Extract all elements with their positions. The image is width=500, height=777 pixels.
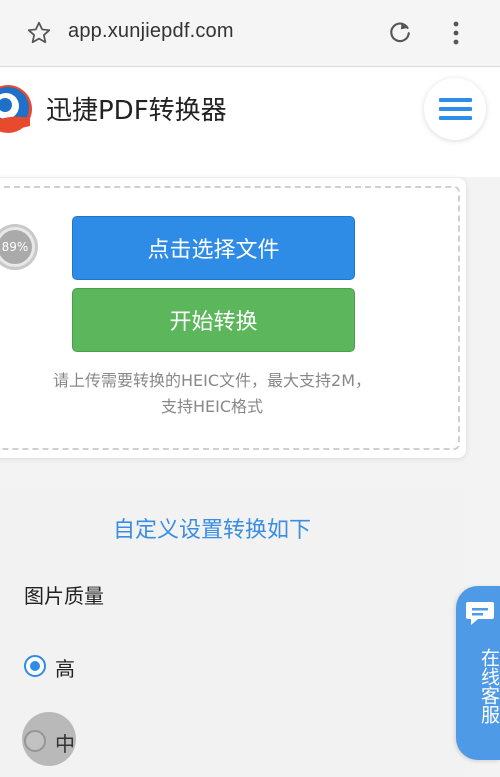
star-icon[interactable]: [26, 20, 52, 46]
site-title[interactable]: 迅捷PDF转换器: [46, 90, 227, 127]
url-text[interactable]: app.xunjiepdf.com: [68, 20, 234, 43]
progress-label: 89%: [0, 230, 32, 264]
hamburger-icon: [439, 98, 472, 102]
reload-icon[interactable]: [386, 18, 414, 46]
online-service-label: 在线客服: [478, 648, 500, 724]
quality-high-label[interactable]: 高: [55, 653, 75, 682]
hamburger-line: [439, 107, 472, 111]
online-service-button[interactable]: 在线客服: [456, 586, 500, 760]
hamburger-menu-button[interactable]: [424, 78, 486, 140]
hamburger-line: [439, 116, 472, 120]
touch-indicator: [22, 712, 76, 766]
xunjie-logo[interactable]: [0, 82, 34, 136]
upload-hint: 请上传需要转换的HEIC文件，最大支持2M， 支持HEIC格式: [0, 368, 424, 420]
chat-bubble-icon: [466, 602, 494, 625]
quality-high-radio[interactable]: [24, 655, 46, 677]
quality-label: 图片质量: [24, 584, 104, 608]
start-convert-button[interactable]: 开始转换: [72, 288, 355, 352]
select-file-button[interactable]: 点击选择文件: [72, 216, 355, 280]
settings-title: 自定义设置转换如下: [112, 518, 311, 543]
browser-address-bar: app.xunjiepdf.com: [0, 0, 500, 67]
upload-hint-line2: 支持HEIC格式: [160, 397, 264, 416]
more-vert-icon[interactable]: [444, 18, 468, 48]
upload-hint-line1: 请上传需要转换的HEIC文件，最大支持2M，: [52, 371, 372, 390]
